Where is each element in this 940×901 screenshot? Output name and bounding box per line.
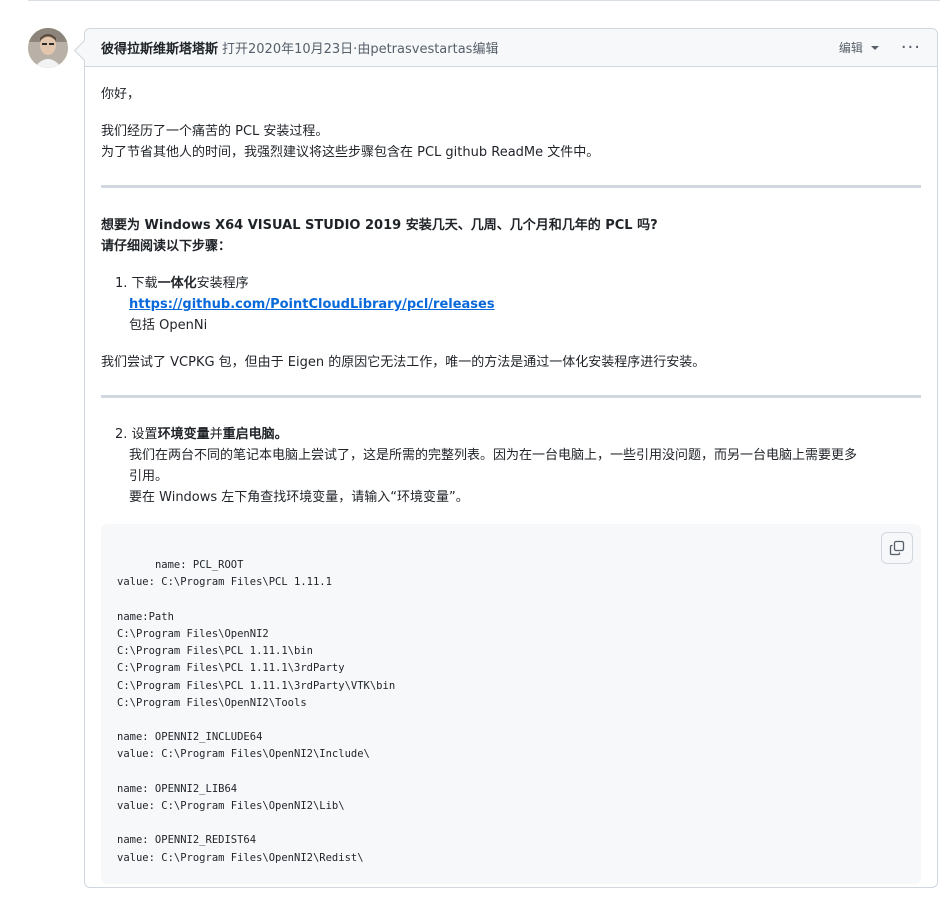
- step-1: 1. 下载一体化安装程序: [115, 273, 249, 294]
- avatar[interactable]: [28, 28, 68, 68]
- edit-history-button[interactable]: 编辑: [839, 39, 879, 56]
- horizontal-rule: [101, 185, 921, 188]
- step-2-line-2: 引用。: [129, 469, 169, 484]
- comment-header: 彼得拉斯维斯塔塔斯 打开2020年10月23日·由petrasvestartas…: [85, 29, 937, 67]
- step-2-line-3: 要在 Windows 左下角查找环境变量，请输入“环境变量”。: [129, 490, 469, 505]
- avatar-image: [28, 28, 68, 68]
- intro-line-1: 我们经历了一个痛苦的 PCL 安装过程。: [101, 124, 329, 139]
- step-bold-2: 重启电脑。: [222, 427, 288, 442]
- issue-comment: 彼得拉斯维斯塔塔斯 打开2020年10月23日·由petrasvestartas…: [84, 28, 938, 888]
- comment-author[interactable]: 彼得拉斯维斯塔塔斯: [101, 38, 218, 57]
- step-bold-1: 环境变量: [157, 427, 210, 442]
- release-link-row: https://github.com/PointCloudLibrary/pcl…: [129, 294, 495, 315]
- step-1-note: 包括 OpenNi: [129, 318, 208, 333]
- step-2: 2. 设置环境变量并重启电脑。: [115, 424, 288, 445]
- step-number: 1.: [115, 276, 128, 291]
- comment-timestamp[interactable]: 打开2020年10月23日·由petrasvestartas编辑: [222, 38, 498, 57]
- vcpkg-note: 我们尝试了 VCPKG 包，但由于 Eigen 的原因它无法工作，唯一的方法是通…: [101, 355, 706, 370]
- step-suffix: 安装程序: [196, 276, 249, 291]
- edit-label: 编辑: [838, 41, 863, 55]
- copy-button[interactable]: [881, 532, 913, 564]
- copy-icon: [889, 540, 905, 556]
- release-link[interactable]: https://github.com/PointCloudLibrary/pcl…: [129, 297, 495, 312]
- timeline-divider: [28, 0, 940, 1]
- step-prefix: 下载: [131, 276, 158, 291]
- intro-line-2: 为了节省其他人的时间，我强烈建议将这些步骤包含在 PCL github Read…: [101, 145, 600, 160]
- step-mid: 并: [209, 427, 223, 442]
- kebab-horizontal-icon[interactable]: ···: [901, 38, 921, 57]
- section-heading: 想要为 Windows X64 VISUAL STUDIO 2019 安装几天、…: [101, 218, 658, 233]
- section-subheading: 请仔细阅读以下步骤：: [101, 239, 232, 254]
- step-bold: 一体化: [157, 276, 197, 291]
- step-prefix: 设置: [131, 427, 158, 442]
- horizontal-rule: [101, 395, 921, 398]
- chevron-down-icon: [870, 45, 879, 50]
- greeting-text: 你好，: [101, 87, 141, 102]
- code-block: name: PCL_ROOT value: C:\Program Files\P…: [101, 524, 921, 884]
- code-content: name: PCL_ROOT value: C:\Program Files\P…: [117, 559, 396, 864]
- step-number: 2.: [115, 427, 128, 442]
- step-2-line-1: 我们在两台不同的笔记本电脑上尝试了，这是所需的完整列表。因为在一台电脑上，一些引…: [129, 448, 858, 463]
